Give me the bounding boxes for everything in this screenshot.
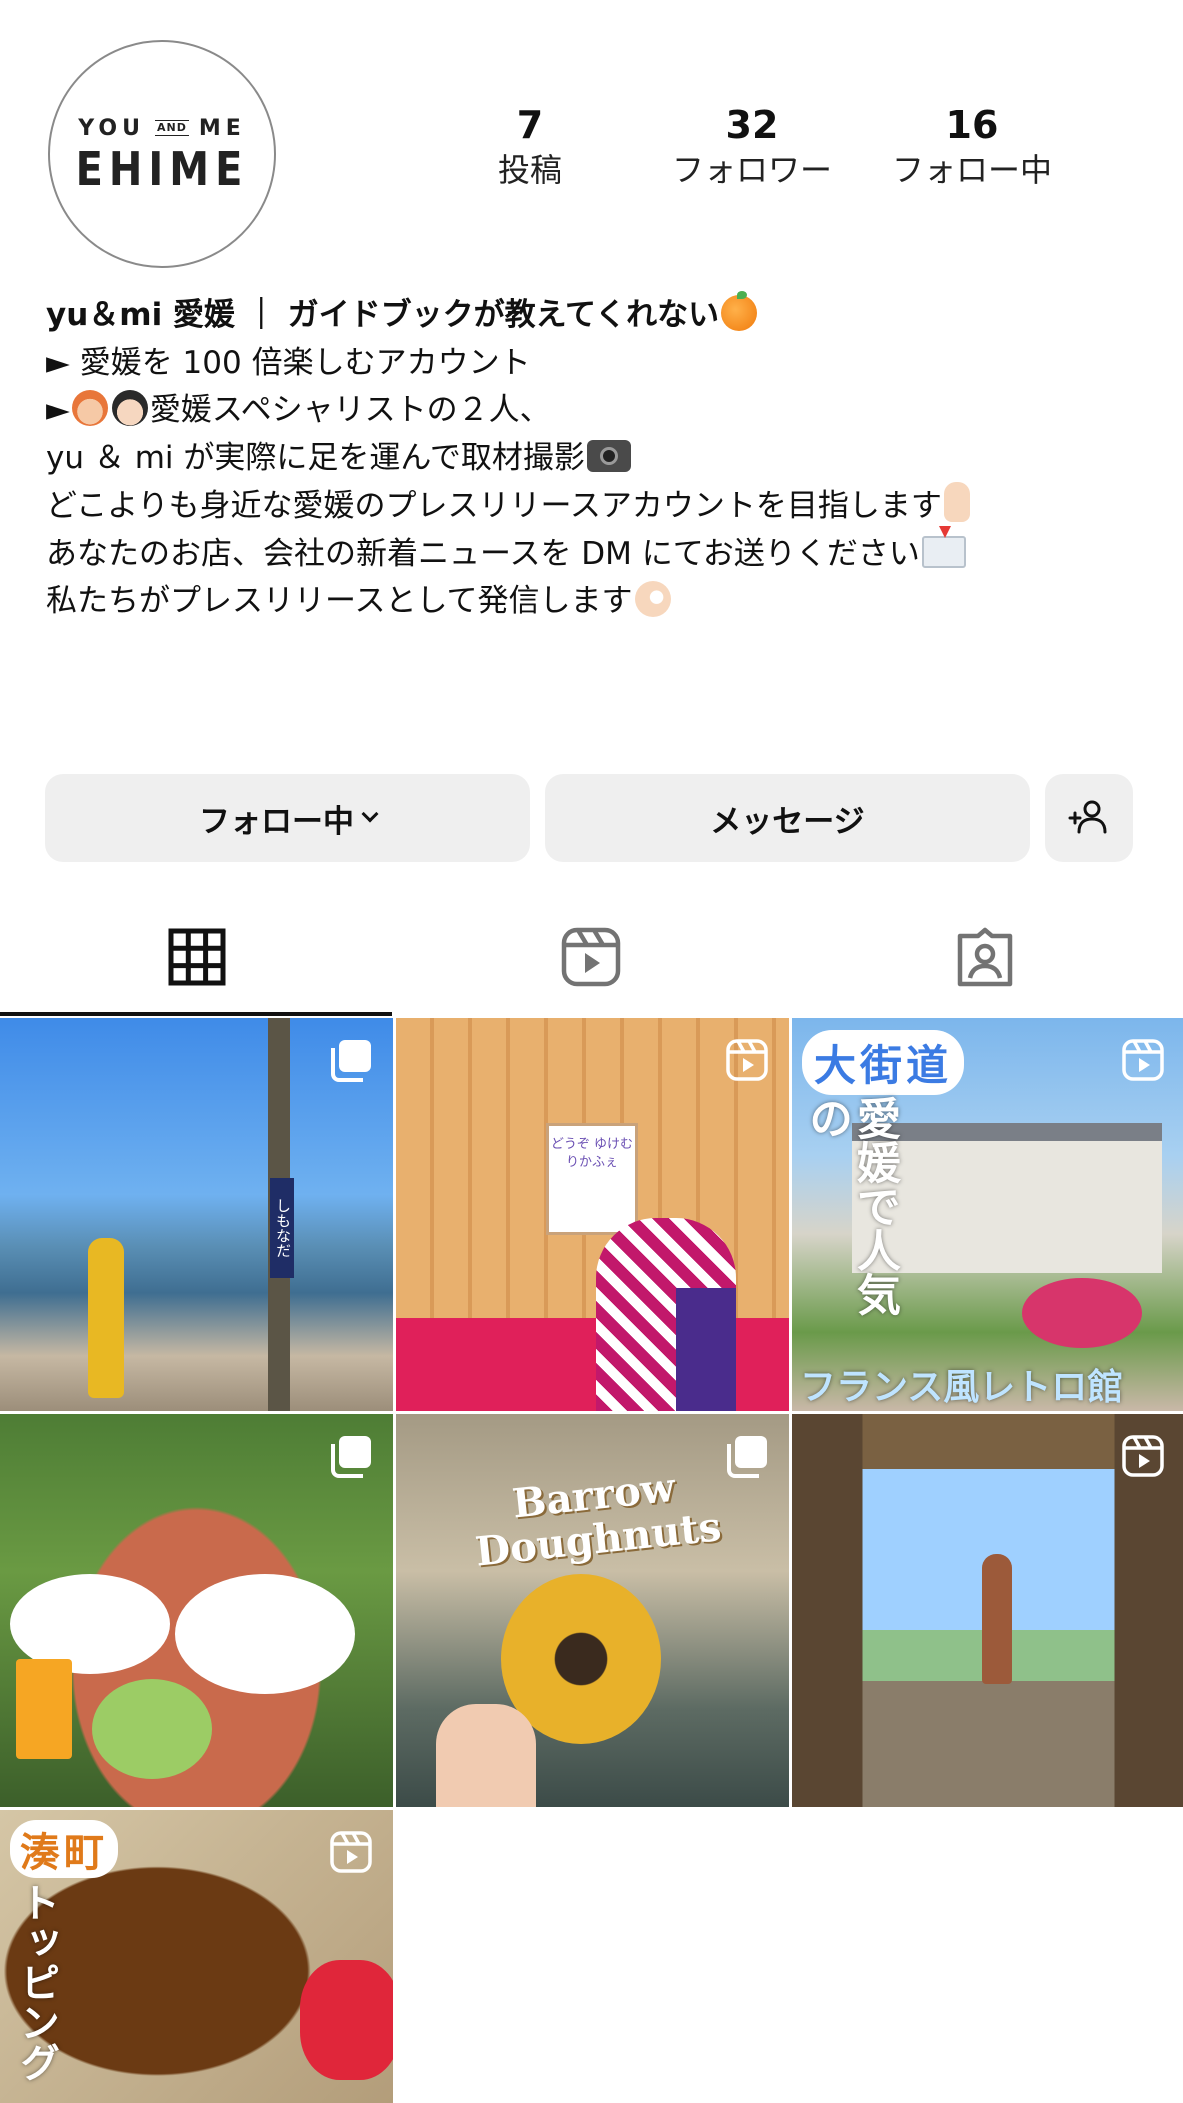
bio-line-6: 私たちがプレスリリースとして発信します <box>46 578 1146 626</box>
post-tile-4[interactable] <box>0 1414 393 1807</box>
bio-line-2: ► 愛媛スペシャリストの２人、 <box>46 387 1146 435</box>
tagged-person-icon <box>957 927 1013 987</box>
bio-line-2-text: 愛媛スペシャリストの２人、 <box>149 392 551 428</box>
bio-line-3: yu ＆ mi が実際に足を運んで取材撮影 <box>46 435 1146 483</box>
profile-avatar[interactable]: YOU AND ME EHIME <box>48 40 276 268</box>
followers-label: フォロワー <box>671 151 832 189</box>
post-tile-6[interactable] <box>792 1414 1183 1807</box>
bio-name-line: yu＆mi 愛媛 ｜ ガイドブックが教えてくれない <box>46 291 1146 340</box>
azalea-bush <box>1022 1278 1142 1348</box>
carousel-icon <box>727 1436 767 1478</box>
following-count: 16 <box>945 103 999 147</box>
camera-emoji-icon <box>586 439 631 472</box>
chevron-down-icon <box>361 805 379 823</box>
bio-line-3-text: yu ＆ mi が実際に足を運んで取材撮影 <box>46 439 585 476</box>
juice-glass <box>16 1659 72 1759</box>
post-title-vertical: 愛媛で人気の <box>801 1096 900 1316</box>
logo-me: ME <box>198 115 246 141</box>
salad-plate <box>92 1679 212 1779</box>
following-button[interactable]: フォロー中 <box>45 774 530 862</box>
ok-hand-emoji-icon <box>634 581 671 617</box>
tab-reels[interactable] <box>394 902 788 1012</box>
bio-line-2-prefix: ► <box>46 392 70 428</box>
add-person-icon <box>1068 800 1107 834</box>
tab-posts-grid[interactable] <box>0 902 394 1012</box>
reel-icon <box>726 1039 768 1081</box>
hand <box>436 1704 536 1807</box>
post-tile-3[interactable]: 大街道 愛媛で人気の フランス風レトロ館 <box>792 1018 1183 1411</box>
woman-darkhair-emoji-icon <box>111 390 148 426</box>
plate-right <box>175 1574 355 1694</box>
bio-line-4: どこよりも身近な愛媛のプレスリリースアカウントを目指します <box>46 482 1146 531</box>
suggest-users-button[interactable] <box>1045 774 1133 862</box>
shop-name-overlay: Barrow Doughnuts <box>473 1463 724 1576</box>
post-tile-7[interactable]: 湊町 トッピング <box>0 1810 393 2103</box>
message-button-label: メッセージ <box>710 803 865 840</box>
following-label: フォロー中 <box>891 151 1052 189</box>
bio-line-6-text: 私たちがプレスリリースとして発信します <box>46 583 633 619</box>
following-button-label: フォロー中 <box>199 803 354 840</box>
post-title-vertical: トッピング <box>13 1882 59 2082</box>
person-figure <box>982 1554 1012 1684</box>
profile-bio: yu＆mi 愛媛 ｜ ガイドブックが教えてくれない ► 愛媛を 100 倍楽しむ… <box>46 291 1146 626</box>
area-badge: 大街道 <box>802 1030 965 1095</box>
post-tile-5[interactable]: Barrow Doughnuts <box>396 1414 789 1807</box>
person-figure <box>88 1238 124 1398</box>
logo-and: AND <box>154 120 189 136</box>
cafe-sign: どうぞ ゆけむりかふぇ <box>546 1123 638 1235</box>
post-tile-1[interactable]: しもなだ <box>0 1018 393 1411</box>
bio-name: yu＆mi 愛媛 ｜ ガイドブックが教えてくれない <box>46 297 720 333</box>
grid-icon <box>168 928 226 986</box>
area-badge: 湊町 <box>10 1820 118 1878</box>
woman-redhair-emoji-icon <box>71 390 108 426</box>
reel-icon <box>1122 1039 1164 1081</box>
pointing-up-emoji-icon <box>943 482 970 522</box>
bio-line-5-text: あなたのお店、会社の新着ニュースを DM にてお送りください <box>46 535 920 572</box>
bio-line-1: ► 愛媛を 100 倍楽しむアカウント <box>46 344 531 381</box>
message-button[interactable]: メッセージ <box>545 774 1030 862</box>
logo-ehime: EHIME <box>75 143 249 196</box>
orange-emoji-icon <box>721 291 758 331</box>
logo-you: YOU <box>78 115 145 141</box>
post-subtitle: フランス風レトロ館 <box>800 1367 1124 1408</box>
bio-line-4-text: どこよりも身近な愛媛のプレスリリースアカウントを目指します <box>46 488 942 524</box>
stat-followers[interactable]: 32 フォロワー <box>642 102 862 192</box>
reel-icon <box>330 1831 372 1873</box>
hakama <box>676 1288 736 1411</box>
station-sign: しもなだ <box>270 1178 294 1278</box>
post-tile-2[interactable]: どうぞ ゆけむりかふぇ <box>396 1018 789 1411</box>
active-tab-indicator <box>0 1012 392 1016</box>
logo-line1: YOU AND ME <box>78 116 246 141</box>
carousel-icon <box>331 1040 371 1082</box>
stat-following[interactable]: 16 フォロー中 <box>862 102 1082 192</box>
bio-line-5: あなたのお店、会社の新着ニュースを DM にてお送りください <box>46 525 1146 579</box>
posts-count: 7 <box>516 103 544 147</box>
reel-icon <box>1122 1435 1164 1477</box>
stat-posts[interactable]: 7 投稿 <box>420 102 640 192</box>
followers-count: 32 <box>725 103 779 147</box>
posts-label: 投稿 <box>497 151 562 189</box>
envelope-emoji-icon <box>921 525 966 568</box>
carousel-icon <box>331 1436 371 1478</box>
tab-tagged[interactable] <box>788 902 1182 1012</box>
reels-icon <box>561 927 621 987</box>
tomato-topping <box>300 1960 393 2080</box>
